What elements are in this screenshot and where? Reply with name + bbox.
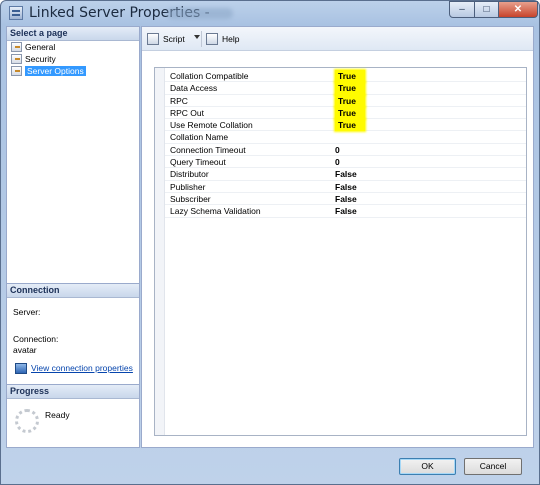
option-row[interactable]: Data Access True (165, 82, 526, 95)
maximize-button[interactable]: □ (474, 1, 499, 18)
option-value[interactable]: False (335, 181, 357, 193)
connection-value: avatar (13, 345, 37, 355)
option-value[interactable]: True (335, 106, 365, 120)
option-name: RPC Out (170, 107, 205, 118)
option-row[interactable]: RPC Out True (165, 106, 526, 120)
option-row[interactable]: Query Timeout 0 (165, 156, 526, 169)
cancel-button[interactable]: Cancel (464, 458, 522, 475)
option-value[interactable]: 0 (335, 144, 340, 156)
progress-spinner-icon (15, 409, 39, 433)
title-bar: Linked Server Properties - – □ ✕ (1, 1, 539, 25)
option-value[interactable]: False (335, 168, 357, 180)
progress-status: Ready (45, 410, 70, 420)
select-page-header: Select a page (7, 27, 139, 41)
help-button[interactable]: Help (206, 32, 239, 46)
help-label: Help (222, 34, 240, 44)
options-rows: Collation Compatible True Data Access True… (165, 70, 526, 218)
option-row[interactable]: Lazy Schema Validation False (165, 205, 526, 218)
help-icon (206, 33, 218, 45)
script-button[interactable]: Script (147, 32, 185, 46)
option-value[interactable]: True (335, 70, 365, 83)
progress-section: Progress Ready (7, 384, 139, 447)
connection-label: Connection: (13, 334, 59, 344)
connection-header: Connection (7, 284, 139, 298)
option-name: Distributor (170, 169, 209, 180)
page-item-server-options[interactable]: Server Options (7, 65, 139, 77)
connection-section: Connection Server: Connection: avatar Vi… (7, 283, 139, 383)
option-value[interactable]: True (335, 94, 365, 107)
option-name: Publisher (170, 181, 206, 192)
page-label: Server Options (25, 66, 86, 76)
linked-server-properties-window: Linked Server Properties - – □ ✕ Select … (0, 0, 540, 485)
option-row[interactable]: Distributor False (165, 168, 526, 181)
toolbar: Script Help (142, 27, 533, 51)
option-name: Data Access (170, 83, 218, 94)
option-name: Collation Compatible (170, 71, 249, 81)
option-name: Use Remote Collation (170, 120, 253, 131)
left-pane: Select a page General Security Server Op… (6, 26, 140, 448)
page-icon (11, 54, 22, 64)
minimize-button[interactable]: – (449, 1, 475, 18)
option-value[interactable]: True (335, 119, 365, 132)
view-connection-properties-label: View connection properties (31, 363, 133, 373)
server-label: Server: (13, 307, 41, 317)
option-value[interactable]: True (335, 82, 365, 95)
server-options-grid: Collation Compatible True Data Access True… (154, 67, 527, 436)
select-page-section: Select a page General Security Server Op… (7, 27, 139, 283)
ok-button[interactable]: OK (399, 458, 456, 475)
page-label: General (25, 42, 56, 52)
connection-properties-icon (15, 363, 27, 374)
option-row[interactable]: Use Remote Collation True (165, 119, 526, 132)
right-pane: Script Help Collation Compatible True Dat… (141, 26, 534, 448)
option-name: Query Timeout (170, 157, 226, 168)
option-row[interactable]: Publisher False (165, 181, 526, 193)
option-name: Subscriber (170, 193, 211, 204)
page-item-general[interactable]: General (7, 41, 139, 53)
option-name: Collation Name (170, 132, 229, 143)
script-icon (147, 33, 159, 45)
option-value[interactable]: 0 (335, 156, 340, 168)
server-properties-icon (9, 6, 23, 20)
page-label: Security (25, 54, 56, 64)
page-icon (11, 42, 22, 52)
option-value[interactable]: False (335, 193, 357, 205)
page-icon (11, 66, 22, 76)
option-row[interactable]: Connection Timeout 0 (165, 144, 526, 157)
option-row[interactable]: Collation Name (165, 131, 526, 144)
option-name: Connection Timeout (170, 144, 246, 155)
option-row[interactable]: Collation Compatible True (165, 70, 526, 83)
option-value[interactable]: False (335, 205, 357, 217)
option-row[interactable]: Subscriber False (165, 193, 526, 206)
option-name: Lazy Schema Validation (170, 206, 261, 217)
dialog-footer: OK Cancel (1, 449, 539, 484)
view-connection-properties-link[interactable]: View connection properties (13, 363, 133, 374)
option-name: RPC (170, 95, 188, 106)
toolbar-separator (201, 31, 202, 47)
page-item-security[interactable]: Security (7, 53, 139, 65)
progress-header: Progress (7, 385, 139, 399)
script-dropdown-arrow-icon[interactable] (194, 35, 200, 39)
close-button[interactable]: ✕ (498, 1, 538, 18)
script-label: Script (163, 34, 185, 44)
grid-gutter (155, 68, 165, 435)
redacted-server-name (167, 8, 233, 19)
option-row[interactable]: RPC True (165, 94, 526, 107)
